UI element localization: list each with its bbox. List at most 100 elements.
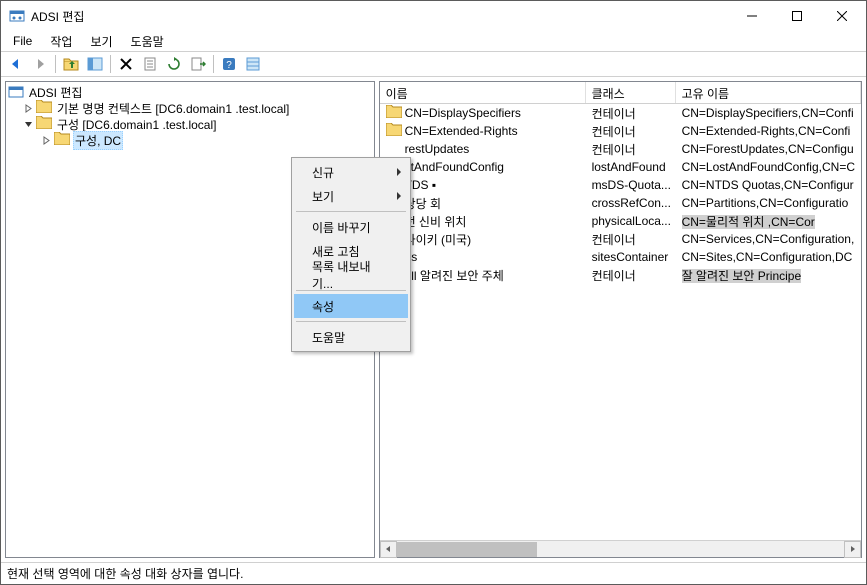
maximize-button[interactable] — [774, 1, 819, 31]
cell-class: sitesContainer — [586, 249, 676, 265]
folder-icon — [386, 105, 402, 121]
tree-node-selected[interactable]: 구성, DC — [8, 132, 372, 148]
scroll-track[interactable] — [397, 541, 844, 558]
list-row[interactable]: CN=DisplaySpecifiers컨테이너CN=DisplaySpecif… — [380, 104, 861, 122]
cell-class: physicalLoca... — [586, 213, 676, 229]
cell-dn: CN=Services,CN=Configuration, — [676, 231, 861, 247]
app-window: ADSI 편집 File 작업 보기 도움말 ? — [0, 0, 867, 585]
scroll-left-button[interactable] — [380, 541, 397, 558]
tree-node-label: 구성, DC — [73, 131, 123, 150]
menu-item-label: 신규 — [312, 164, 334, 181]
list-row[interactable]: 나이키 (미국) 컨테이너CN=Services,CN=Configuration… — [380, 230, 861, 248]
svg-text:?: ? — [226, 60, 232, 71]
folder-icon — [54, 132, 70, 148]
expand-icon[interactable] — [40, 134, 52, 146]
adsi-root-icon — [8, 84, 24, 100]
context-menu[interactable]: 신규보기이름 바꾸기새로 고침목록 내보내기...속성도움말 — [291, 157, 411, 352]
collapse-icon[interactable] — [22, 118, 34, 130]
export-list-button[interactable] — [187, 53, 209, 75]
context-menu-item[interactable]: 속성 — [294, 294, 408, 318]
menu-item-label: 보기 — [312, 188, 334, 205]
statusbar: 현재 선택 영역에 대한 속성 대화 상자를 엽니다. — [1, 562, 866, 584]
list-row[interactable]: TDS ▪msDS-Quota...CN=NTDS Quotas,CN=Conf… — [380, 176, 861, 194]
toolbar-sep — [213, 55, 214, 73]
cell-dn: CN=LostAndFoundConfig,CN=C — [676, 159, 861, 175]
folder-icon — [36, 116, 52, 132]
context-menu-item[interactable]: 신규 — [294, 160, 408, 184]
context-menu-item[interactable]: 보기 — [294, 184, 408, 208]
menu-item-label: 속성 — [312, 298, 334, 315]
tree-node-label: 기본 명명 컨텍스트 [DC6.domain1 .test.local] — [55, 100, 291, 117]
context-menu-item[interactable]: 목록 내보내기... — [294, 263, 408, 287]
cell-class: crossRefCon... — [586, 195, 676, 211]
close-button[interactable] — [819, 1, 864, 31]
context-menu-item[interactable]: 도움말 — [294, 325, 408, 349]
show-hide-tree-button[interactable] — [84, 53, 106, 75]
cell-class: 컨테이너 — [586, 122, 676, 141]
status-text: 현재 선택 영역에 대한 속성 대화 상자를 엽니다. — [7, 565, 243, 582]
menu-item-label: 새로 고침 — [312, 243, 360, 260]
cell-class: lostAndFound — [586, 159, 676, 175]
list-pane: 이름 클래스 고유 이름 CN=DisplaySpecifiers컨테이너CN=… — [379, 81, 862, 558]
help-button[interactable]: ? — [218, 53, 240, 75]
submenu-arrow-icon — [396, 189, 402, 203]
menu-separator — [296, 321, 406, 322]
tree-node[interactable]: 구성 [DC6.domain1 .test.local] — [8, 116, 372, 132]
tree-root[interactable]: ADSI 편집 — [8, 84, 372, 100]
menu-help[interactable]: 도움말 — [123, 31, 172, 52]
cell-name: restUpdates — [405, 142, 470, 156]
menubar: File 작업 보기 도움말 — [1, 31, 866, 51]
cell-class: msDS-Quota... — [586, 177, 676, 193]
delete-button[interactable] — [115, 53, 137, 75]
context-menu-item[interactable]: 이름 바꾸기 — [294, 215, 408, 239]
cell-dn: CN=Extended-Rights,CN=Confi — [676, 123, 861, 139]
list-body[interactable]: CN=DisplaySpecifiers컨테이너CN=DisplaySpecif… — [380, 104, 861, 540]
list-header: 이름 클래스 고유 이름 — [380, 82, 861, 104]
menu-actions[interactable]: 작업 — [42, 31, 80, 52]
scroll-thumb[interactable] — [397, 542, 537, 557]
list-row[interactable]: CN=Extended-Rights 컨테이너CN=Extended-Rights… — [380, 122, 861, 140]
col-class[interactable]: 클래스 — [586, 82, 676, 103]
cell-class: 컨테이너 — [586, 230, 676, 249]
menu-file[interactable]: File — [5, 32, 40, 50]
folder-icon — [386, 141, 402, 157]
forward-button[interactable] — [29, 53, 51, 75]
scroll-right-button[interactable] — [844, 541, 861, 558]
cell-name: CN=DisplaySpecifiers — [405, 106, 521, 120]
titlebar: ADSI 편집 — [1, 1, 866, 31]
list-row[interactable]: ell 알려진 보안 주체컨테이너잘 알려진 보안 Principe — [380, 266, 861, 284]
cell-dn: CN=ForestUpdates,CN=Configu — [676, 141, 861, 157]
list-row[interactable]: essitesContainerCN=Sites,CN=Configuratio… — [380, 248, 861, 266]
folder-icon — [36, 100, 52, 116]
cell-dn: CN=물리적 위치 ,CN=Cor — [676, 212, 861, 231]
cell-name: 전 신비 위치 — [405, 213, 467, 230]
list-row[interactable]: restUpdates컨테이너CN=ForestUpdates,CN=Confi… — [380, 140, 861, 158]
tree-root-label: ADSI 편집 — [27, 84, 84, 101]
window-controls — [729, 1, 864, 31]
menu-view[interactable]: 보기 — [82, 31, 120, 52]
minimize-button[interactable] — [729, 1, 774, 31]
submenu-arrow-icon — [396, 165, 402, 179]
col-name[interactable]: 이름 — [380, 82, 586, 103]
refresh-button[interactable] — [163, 53, 185, 75]
back-button[interactable] — [5, 53, 27, 75]
toolbar-sep — [55, 55, 56, 73]
col-dn[interactable]: 고유 이름 — [676, 82, 861, 103]
menu-item-label: 목록 내보내기... — [312, 258, 390, 292]
up-folder-button[interactable] — [60, 53, 82, 75]
tree-node[interactable]: 기본 명명 컨텍스트 [DC6.domain1 .test.local] — [8, 100, 372, 116]
expand-icon[interactable] — [22, 102, 34, 114]
list-row[interactable]: stAndFoundConfiglostAndFoundCN=LostAndFo… — [380, 158, 861, 176]
cell-name: CN=Extended-Rights — [405, 124, 518, 138]
horizontal-scrollbar[interactable] — [380, 540, 861, 557]
properties-button[interactable] — [139, 53, 161, 75]
cell-dn: CN=Sites,CN=Configuration,DC — [676, 249, 861, 265]
list-row[interactable]: 전 신비 위치 physicalLoca...CN=물리적 위치 ,CN=Cor — [380, 212, 861, 230]
list-row[interactable]: 당당 회crossRefCon...CN=Partitions,CN=Confi… — [380, 194, 861, 212]
menu-separator — [296, 211, 406, 212]
cell-dn: CN=DisplaySpecifiers,CN=Confi — [676, 105, 861, 121]
cell-name: 나이키 (미국) — [405, 231, 472, 248]
menu-item-label: 도움말 — [312, 329, 345, 346]
settings-button[interactable] — [242, 53, 264, 75]
cell-dn: CN=Partitions,CN=Configuratio — [676, 195, 861, 211]
